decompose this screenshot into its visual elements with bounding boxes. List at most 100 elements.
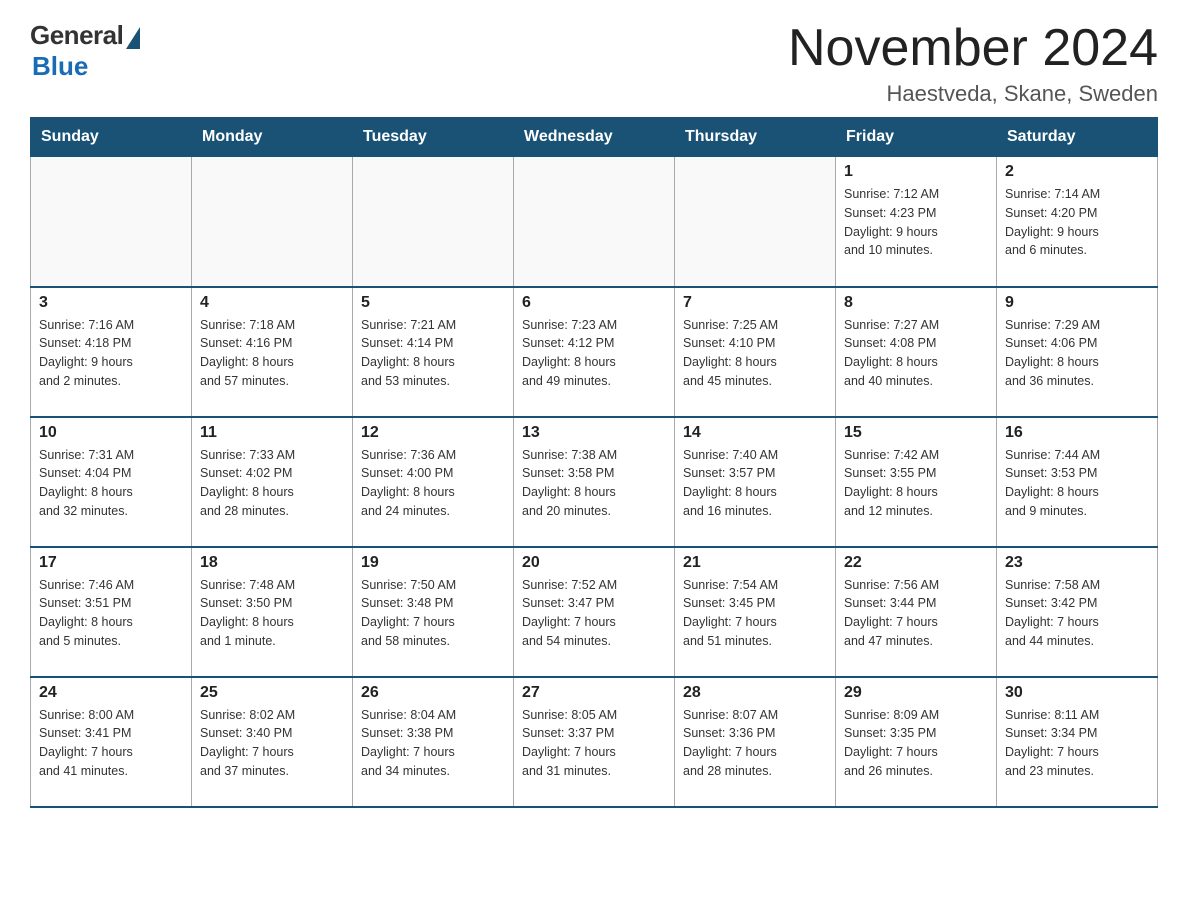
day-info: Sunrise: 7:56 AMSunset: 3:44 PMDaylight:… bbox=[844, 576, 988, 651]
calendar-cell-w0-d4 bbox=[675, 157, 836, 287]
calendar-cell-w1-d1: 4Sunrise: 7:18 AMSunset: 4:16 PMDaylight… bbox=[192, 287, 353, 417]
day-info: Sunrise: 7:52 AMSunset: 3:47 PMDaylight:… bbox=[522, 576, 666, 651]
day-info: Sunrise: 7:18 AMSunset: 4:16 PMDaylight:… bbox=[200, 316, 344, 391]
week-row-1: 3 Sunrise: 7:16 AMSunset: 4:18 PMDaylight… bbox=[31, 287, 1158, 417]
calendar-cell-w1-d0: 3 Sunrise: 7:16 AMSunset: 4:18 PMDaylight… bbox=[31, 287, 192, 417]
calendar-cell-w4-d2: 26 Sunrise: 8:04 AMSunset: 3:38 PMDayligh… bbox=[353, 677, 514, 807]
day-number: 10 bbox=[39, 424, 183, 442]
day-number: 6 bbox=[522, 294, 666, 312]
day-number: 20 bbox=[522, 554, 666, 572]
day-info: Sunrise: 8:04 AMSunset: 3:38 PMDaylight:… bbox=[361, 706, 505, 781]
day-number: 16 bbox=[1005, 424, 1149, 442]
calendar-cell-w1-d2: 5 Sunrise: 7:21 AMSunset: 4:14 PMDaylight… bbox=[353, 287, 514, 417]
day-info: Sunrise: 8:02 AMSunset: 3:40 PMDaylight:… bbox=[200, 706, 344, 781]
calendar-cell-w2-d5: 15 Sunrise: 7:42 AMSunset: 3:55 PMDayligh… bbox=[836, 417, 997, 547]
calendar-cell-w3-d2: 19 Sunrise: 7:50 AMSunset: 3:48 PMDayligh… bbox=[353, 547, 514, 677]
calendar-cell-w4-d6: 30Sunrise: 8:11 AMSunset: 3:34 PMDayligh… bbox=[997, 677, 1158, 807]
day-info: Sunrise: 7:27 AMSunset: 4:08 PMDaylight:… bbox=[844, 316, 988, 391]
weekday-header-row: SundayMondayTuesdayWednesdayThursdayFrid… bbox=[31, 118, 1158, 157]
logo-general-text: General bbox=[30, 20, 123, 51]
day-info: Sunrise: 7:44 AMSunset: 3:53 PMDaylight:… bbox=[1005, 446, 1149, 521]
logo: General Blue bbox=[30, 20, 140, 82]
day-info: Sunrise: 7:33 AMSunset: 4:02 PMDaylight:… bbox=[200, 446, 344, 521]
day-number: 14 bbox=[683, 424, 827, 442]
weekday-header-thursday: Thursday bbox=[675, 118, 836, 157]
calendar-cell-w1-d5: 8 Sunrise: 7:27 AMSunset: 4:08 PMDaylight… bbox=[836, 287, 997, 417]
day-number: 23 bbox=[1005, 554, 1149, 572]
calendar-table: SundayMondayTuesdayWednesdayThursdayFrid… bbox=[30, 117, 1158, 808]
calendar-cell-w1-d3: 6 Sunrise: 7:23 AMSunset: 4:12 PMDaylight… bbox=[514, 287, 675, 417]
day-number: 19 bbox=[361, 554, 505, 572]
calendar-cell-w0-d6: 2 Sunrise: 7:14 AMSunset: 4:20 PMDaylight… bbox=[997, 157, 1158, 287]
location-subtitle: Haestveda, Skane, Sweden bbox=[788, 81, 1158, 107]
logo-triangle-icon bbox=[126, 27, 140, 49]
calendar-cell-w1-d4: 7Sunrise: 7:25 AMSunset: 4:10 PMDaylight… bbox=[675, 287, 836, 417]
day-number: 8 bbox=[844, 294, 988, 312]
calendar-cell-w4-d5: 29 Sunrise: 8:09 AMSunset: 3:35 PMDayligh… bbox=[836, 677, 997, 807]
day-number: 3 bbox=[39, 294, 183, 312]
day-info: Sunrise: 7:16 AMSunset: 4:18 PMDaylight:… bbox=[39, 316, 183, 391]
calendar-cell-w0-d2 bbox=[353, 157, 514, 287]
day-number: 25 bbox=[200, 684, 344, 702]
calendar-cell-w4-d1: 25 Sunrise: 8:02 AMSunset: 3:40 PMDayligh… bbox=[192, 677, 353, 807]
day-number: 24 bbox=[39, 684, 183, 702]
title-section: November 2024 Haestveda, Skane, Sweden bbox=[788, 20, 1158, 107]
day-number: 26 bbox=[361, 684, 505, 702]
weekday-header-saturday: Saturday bbox=[997, 118, 1158, 157]
day-info: Sunrise: 7:23 AMSunset: 4:12 PMDaylight:… bbox=[522, 316, 666, 391]
weekday-header-tuesday: Tuesday bbox=[353, 118, 514, 157]
day-info: Sunrise: 8:09 AMSunset: 3:35 PMDaylight:… bbox=[844, 706, 988, 781]
day-number: 21 bbox=[683, 554, 827, 572]
day-number: 27 bbox=[522, 684, 666, 702]
calendar-cell-w0-d0 bbox=[31, 157, 192, 287]
calendar-cell-w2-d3: 13 Sunrise: 7:38 AMSunset: 3:58 PMDayligh… bbox=[514, 417, 675, 547]
day-info: Sunrise: 7:38 AMSunset: 3:58 PMDaylight:… bbox=[522, 446, 666, 521]
day-info: Sunrise: 7:14 AMSunset: 4:20 PMDaylight:… bbox=[1005, 185, 1149, 260]
day-number: 12 bbox=[361, 424, 505, 442]
day-info: Sunrise: 7:40 AMSunset: 3:57 PMDaylight:… bbox=[683, 446, 827, 521]
calendar-cell-w3-d3: 20 Sunrise: 7:52 AMSunset: 3:47 PMDayligh… bbox=[514, 547, 675, 677]
weekday-header-monday: Monday bbox=[192, 118, 353, 157]
day-number: 11 bbox=[200, 424, 344, 442]
day-number: 29 bbox=[844, 684, 988, 702]
weekday-header-friday: Friday bbox=[836, 118, 997, 157]
calendar-cell-w3-d6: 23Sunrise: 7:58 AMSunset: 3:42 PMDayligh… bbox=[997, 547, 1158, 677]
calendar-cell-w2-d1: 11 Sunrise: 7:33 AMSunset: 4:02 PMDayligh… bbox=[192, 417, 353, 547]
day-info: Sunrise: 8:00 AMSunset: 3:41 PMDaylight:… bbox=[39, 706, 183, 781]
day-info: Sunrise: 7:50 AMSunset: 3:48 PMDaylight:… bbox=[361, 576, 505, 651]
day-number: 15 bbox=[844, 424, 988, 442]
calendar-cell-w3-d0: 17Sunrise: 7:46 AMSunset: 3:51 PMDayligh… bbox=[31, 547, 192, 677]
day-info: Sunrise: 7:46 AMSunset: 3:51 PMDaylight:… bbox=[39, 576, 183, 651]
day-number: 5 bbox=[361, 294, 505, 312]
calendar-cell-w0-d5: 1 Sunrise: 7:12 AMSunset: 4:23 PMDaylight… bbox=[836, 157, 997, 287]
day-number: 1 bbox=[844, 163, 988, 181]
day-info: Sunrise: 7:42 AMSunset: 3:55 PMDaylight:… bbox=[844, 446, 988, 521]
day-info: Sunrise: 7:21 AMSunset: 4:14 PMDaylight:… bbox=[361, 316, 505, 391]
day-info: Sunrise: 8:05 AMSunset: 3:37 PMDaylight:… bbox=[522, 706, 666, 781]
calendar-cell-w4-d0: 24 Sunrise: 8:00 AMSunset: 3:41 PMDayligh… bbox=[31, 677, 192, 807]
day-info: Sunrise: 7:12 AMSunset: 4:23 PMDaylight:… bbox=[844, 185, 988, 260]
calendar-cell-w2-d0: 10 Sunrise: 7:31 AMSunset: 4:04 PMDayligh… bbox=[31, 417, 192, 547]
day-number: 2 bbox=[1005, 163, 1149, 181]
weekday-header-sunday: Sunday bbox=[31, 118, 192, 157]
day-number: 9 bbox=[1005, 294, 1149, 312]
day-info: Sunrise: 7:54 AMSunset: 3:45 PMDaylight:… bbox=[683, 576, 827, 651]
day-number: 22 bbox=[844, 554, 988, 572]
day-number: 7 bbox=[683, 294, 827, 312]
calendar-cell-w0-d1 bbox=[192, 157, 353, 287]
calendar-cell-w3-d1: 18Sunrise: 7:48 AMSunset: 3:50 PMDayligh… bbox=[192, 547, 353, 677]
calendar-cell-w0-d3 bbox=[514, 157, 675, 287]
day-number: 13 bbox=[522, 424, 666, 442]
day-info: Sunrise: 7:29 AMSunset: 4:06 PMDaylight:… bbox=[1005, 316, 1149, 391]
day-info: Sunrise: 8:07 AMSunset: 3:36 PMDaylight:… bbox=[683, 706, 827, 781]
calendar-cell-w3-d4: 21 Sunrise: 7:54 AMSunset: 3:45 PMDayligh… bbox=[675, 547, 836, 677]
day-number: 30 bbox=[1005, 684, 1149, 702]
calendar-cell-w2-d4: 14 Sunrise: 7:40 AMSunset: 3:57 PMDayligh… bbox=[675, 417, 836, 547]
week-row-2: 10 Sunrise: 7:31 AMSunset: 4:04 PMDayligh… bbox=[31, 417, 1158, 547]
calendar-cell-w2-d2: 12 Sunrise: 7:36 AMSunset: 4:00 PMDayligh… bbox=[353, 417, 514, 547]
day-number: 28 bbox=[683, 684, 827, 702]
day-info: Sunrise: 7:48 AMSunset: 3:50 PMDaylight:… bbox=[200, 576, 344, 651]
week-row-4: 24 Sunrise: 8:00 AMSunset: 3:41 PMDayligh… bbox=[31, 677, 1158, 807]
day-info: Sunrise: 7:36 AMSunset: 4:00 PMDaylight:… bbox=[361, 446, 505, 521]
day-info: Sunrise: 7:31 AMSunset: 4:04 PMDaylight:… bbox=[39, 446, 183, 521]
